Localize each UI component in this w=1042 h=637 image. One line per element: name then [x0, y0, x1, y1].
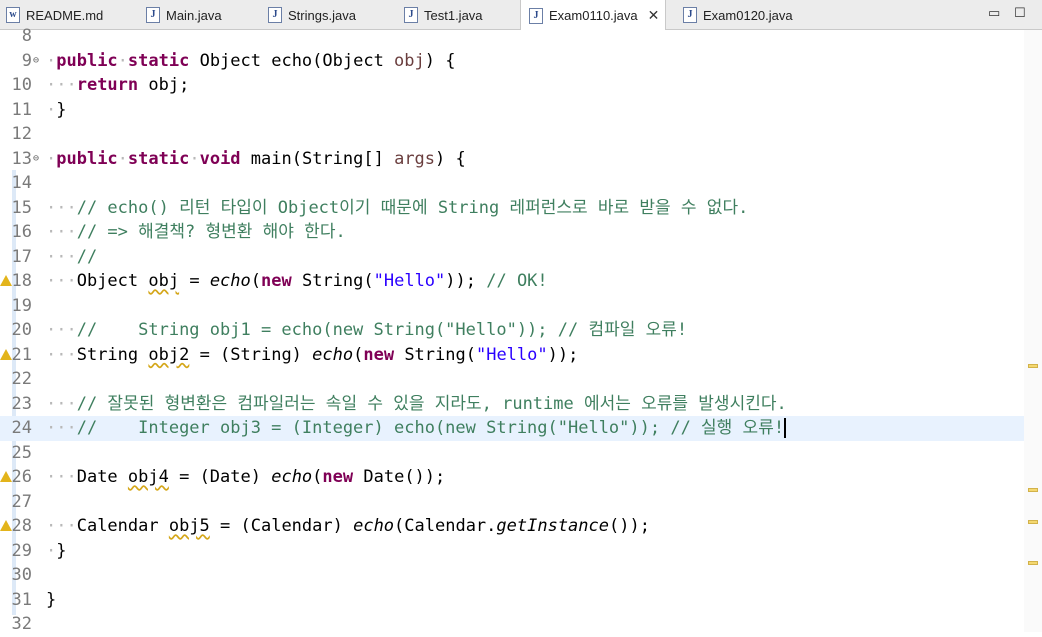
fold-collapse-icon[interactable]: ⊖	[33, 55, 39, 67]
line-number: 12	[11, 124, 32, 144]
code-line: 29 ·}	[0, 539, 1042, 564]
code-line: 28 ···Calendar obj5 = (Calendar) echo(Ca…	[0, 514, 1042, 539]
markdown-file-icon: w	[6, 7, 20, 23]
line-number: 26	[11, 467, 32, 487]
code-line: 31 }	[0, 588, 1042, 613]
code-line: 32	[0, 612, 1042, 637]
code-text: ···// echo() 리턴 타입이 Object이기 때문에 String …	[46, 197, 749, 218]
line-number: 32	[11, 614, 32, 634]
maximize-icon[interactable]: ☐	[1014, 6, 1026, 21]
code-text: ···// => 해결책? 형변환 해야 한다.	[46, 222, 346, 242]
tab-label: Exam0110.java	[549, 8, 638, 23]
code-text: ···// Integer obj3 = (Integer) echo(new …	[46, 418, 787, 438]
tab-label: Exam0120.java	[703, 7, 793, 23]
line-number: 30	[11, 565, 32, 585]
line-number: 14	[11, 173, 32, 193]
line-number: 20	[11, 320, 32, 340]
code-line: 11 ·}	[0, 98, 1042, 123]
code-text: ···String obj2 = (String) echo(new Strin…	[46, 344, 579, 365]
code-line: 14	[0, 171, 1042, 196]
code-line: 12	[0, 122, 1042, 147]
code-text: ···Date obj4 = (Date) echo(new Date());	[46, 467, 446, 487]
code-line: 19	[0, 294, 1042, 319]
line-number: 25	[11, 442, 32, 463]
line-number: 21	[11, 344, 32, 365]
line-number: 13	[11, 148, 32, 169]
code-line: 23 ···// 잘못된 형변환은 컴파일러는 속일 수 있을 지라도, run…	[0, 392, 1042, 417]
line-number: 28	[11, 516, 32, 536]
tab-label: Main.java	[166, 7, 222, 23]
code-line: 25	[0, 441, 1042, 466]
code-text: ·public·static·void main(String[] args) …	[46, 148, 466, 169]
overview-ruler[interactable]	[1024, 30, 1042, 632]
java-file-icon: J	[146, 7, 160, 23]
code-line-current: 24 ···// Integer obj3 = (Integer) echo(n…	[0, 416, 1024, 441]
fold-collapse-icon[interactable]: ⊖	[33, 153, 39, 165]
tab-label: Test1.java	[424, 7, 483, 23]
java-file-icon: J	[529, 7, 543, 24]
line-number: 22	[11, 369, 32, 389]
code-line: 18 ···Object obj = echo(new String("Hell…	[0, 269, 1042, 294]
java-file-icon: J	[404, 7, 418, 23]
tab-label: Strings.java	[288, 7, 356, 23]
code-text: }	[46, 589, 57, 610]
code-text: ·public·static Object echo(Object obj) {	[46, 50, 456, 71]
text-caret	[784, 418, 787, 438]
code-line: 21 ···String obj2 = (String) echo(new St…	[0, 343, 1042, 368]
code-line: 10 ···return obj;	[0, 73, 1042, 98]
line-number: 16	[11, 222, 32, 242]
code-line: 8	[0, 24, 1042, 49]
warning-marker[interactable]	[1028, 520, 1038, 524]
line-number: 31	[11, 589, 32, 610]
line-number: 10	[11, 75, 32, 95]
code-text: ···// 잘못된 형변환은 컴파일러는 속일 수 있을 지라도, runtim…	[46, 393, 787, 414]
code-text: ···//	[46, 246, 98, 267]
code-line: 26 ···Date obj4 = (Date) echo(new Date()…	[0, 465, 1042, 490]
line-number: 27	[11, 491, 32, 512]
code-line: 22	[0, 367, 1042, 392]
code-line: 15 ···// echo() 리턴 타입이 Object이기 때문에 Stri…	[0, 196, 1042, 221]
line-number: 15	[11, 197, 32, 218]
line-number: 8	[21, 26, 32, 46]
line-number: 18	[11, 271, 32, 291]
code-text: ···return obj;	[46, 75, 190, 95]
code-line: 17 ···//	[0, 245, 1042, 270]
code-text: ·}	[46, 540, 67, 561]
line-number: 23	[11, 393, 32, 414]
code-line: 30	[0, 563, 1042, 588]
close-icon[interactable]: ✕	[648, 7, 660, 24]
code-text: ···// String obj1 = echo(new String("Hel…	[46, 320, 688, 340]
tab-label: README.md	[26, 7, 104, 23]
code-line: 27	[0, 490, 1042, 515]
line-number: 17	[11, 246, 32, 267]
line-number: 11	[11, 99, 32, 120]
warning-marker[interactable]	[1028, 364, 1038, 368]
line-number: 29	[11, 540, 32, 561]
code-text: ···Calendar obj5 = (Calendar) echo(Calen…	[46, 516, 650, 536]
java-file-icon: J	[683, 7, 697, 23]
warning-marker[interactable]	[1028, 488, 1038, 492]
line-number: 19	[11, 295, 32, 316]
minimize-icon[interactable]: ▭	[988, 6, 1000, 21]
line-number: 24	[11, 418, 32, 438]
warning-marker[interactable]	[1028, 561, 1038, 565]
java-file-icon: J	[268, 7, 282, 23]
code-editor[interactable]: 8 9 ⊖ ·public·static Object echo(Object …	[0, 26, 1042, 634]
code-line: 16 ···// => 해결책? 형변환 해야 한다.	[0, 220, 1042, 245]
code-text: ···Object obj = echo(new String("Hello")…	[46, 271, 548, 291]
code-line: 13 ⊖ ·public·static·void main(String[] a…	[0, 147, 1042, 172]
code-line: 20 ···// String obj1 = echo(new String("…	[0, 318, 1042, 343]
code-text: ·}	[46, 99, 67, 120]
line-number: 9	[21, 50, 32, 71]
code-line: 9 ⊖ ·public·static Object echo(Object ob…	[0, 49, 1042, 74]
